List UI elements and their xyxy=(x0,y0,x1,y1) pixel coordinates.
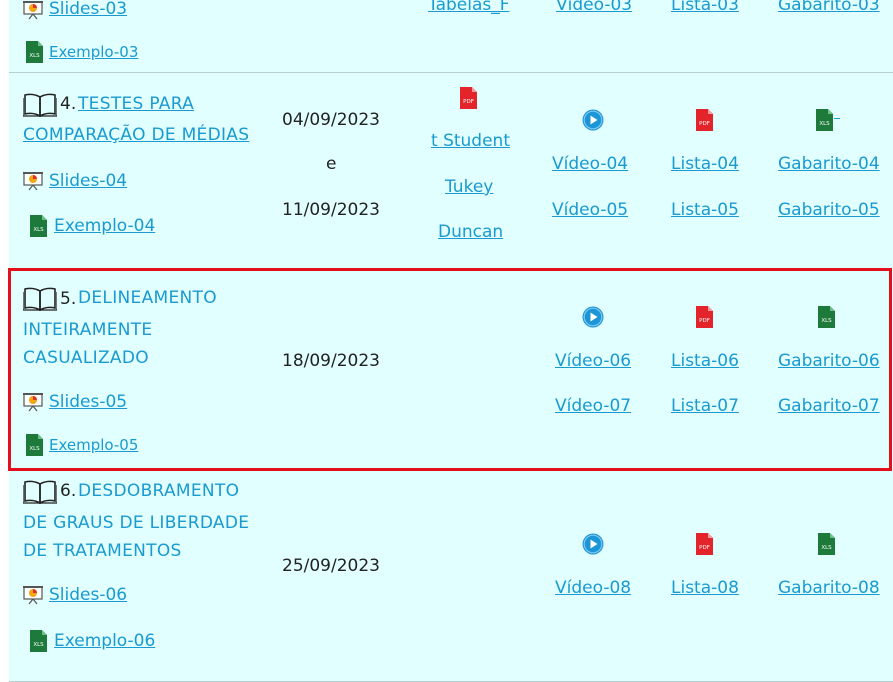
video-link[interactable]: Vídeo-05 xyxy=(552,200,628,220)
t-student-link[interactable]: t Student xyxy=(431,131,510,151)
presentation-icon xyxy=(23,392,43,416)
gabarito-link[interactable]: Gabarito-06 xyxy=(778,351,880,371)
topic-number: 5. xyxy=(60,289,77,309)
svg-text:PDF: PDF xyxy=(463,99,474,105)
topic-number: 6. xyxy=(60,481,77,501)
book-icon xyxy=(22,287,58,315)
pdf-file-icon: PDF xyxy=(696,533,713,559)
lista-link[interactable]: Lista-08 xyxy=(671,578,739,598)
lista-link[interactable]: Lista-04 xyxy=(671,154,739,174)
topic-number: 4. xyxy=(60,94,77,114)
svg-text:XLS: XLS xyxy=(33,642,44,648)
presentation-icon xyxy=(23,585,43,609)
lista-link[interactable]: Lista-07 xyxy=(671,396,739,416)
pdf-file-icon: PDF xyxy=(696,306,713,332)
class-date: 25/09/2023 xyxy=(282,556,380,576)
xls-file-icon: XLS xyxy=(26,434,43,460)
gabarito-link[interactable]: Gabarito-03 xyxy=(778,0,880,15)
date-separator: e xyxy=(326,154,337,174)
presentation-icon xyxy=(23,171,43,195)
pdf-file-icon: PDF xyxy=(696,109,713,135)
presentation-icon xyxy=(23,0,43,24)
topic-title-link[interactable]: COMPARAÇÃO DE MÉDIAS xyxy=(23,125,249,145)
link-underscore xyxy=(834,118,840,119)
duncan-link[interactable]: Duncan xyxy=(438,222,503,242)
svg-text:XLS: XLS xyxy=(821,545,832,551)
svg-text:XLS: XLS xyxy=(29,53,40,59)
svg-text:XLS: XLS xyxy=(821,318,832,324)
lista-link[interactable]: Lista-06 xyxy=(671,351,739,371)
xls-file-icon: XLS xyxy=(816,109,833,135)
topic-title: CASUALIZADO xyxy=(23,348,149,368)
svg-text:PDF: PDF xyxy=(699,121,710,127)
tabelas-link[interactable]: Tabelas_F xyxy=(428,0,510,15)
topic-title: DELINEAMENTO xyxy=(78,288,217,308)
svg-text:XLS: XLS xyxy=(819,121,830,127)
exemplo-link[interactable]: Exemplo-03 xyxy=(49,43,138,61)
video-link[interactable]: Vídeo-03 xyxy=(556,0,632,15)
play-icon[interactable] xyxy=(582,306,604,332)
pdf-file-icon: PDF xyxy=(460,87,477,113)
gabarito-link[interactable]: Gabarito-08 xyxy=(778,578,880,598)
video-link[interactable]: Vídeo-08 xyxy=(555,578,631,598)
xls-file-icon: XLS xyxy=(30,215,47,241)
svg-text:XLS: XLS xyxy=(33,227,44,233)
exemplo-link[interactable]: Exemplo-06 xyxy=(54,631,155,651)
exemplo-link[interactable]: Exemplo-05 xyxy=(49,436,138,454)
class-date: 11/09/2023 xyxy=(282,200,380,220)
video-link[interactable]: Vídeo-06 xyxy=(555,351,631,371)
xls-file-icon: XLS xyxy=(818,306,835,332)
video-link[interactable]: Vídeo-07 xyxy=(555,396,631,416)
svg-text:PDF: PDF xyxy=(699,318,710,324)
slides-link[interactable]: Slides-06 xyxy=(49,585,127,605)
tukey-link[interactable]: Tukey xyxy=(445,177,493,197)
topic-title: INTEIRAMENTE xyxy=(23,320,153,340)
exemplo-link[interactable]: Exemplo-04 xyxy=(54,216,155,236)
book-icon xyxy=(22,93,58,121)
slides-link[interactable]: Slides-05 xyxy=(49,392,127,412)
play-icon[interactable] xyxy=(582,109,604,135)
play-icon[interactable] xyxy=(582,533,604,559)
book-icon xyxy=(22,480,58,508)
slides-link[interactable]: Slides-03 xyxy=(49,0,127,19)
xls-file-icon: XLS xyxy=(30,630,47,656)
xls-file-icon: XLS xyxy=(818,533,835,559)
lista-link[interactable]: Lista-03 xyxy=(671,0,739,15)
lista-link[interactable]: Lista-05 xyxy=(671,200,739,220)
svg-text:XLS: XLS xyxy=(29,446,40,452)
class-date: 04/09/2023 xyxy=(282,110,380,130)
gabarito-link[interactable]: Gabarito-05 xyxy=(778,200,880,220)
gabarito-link[interactable]: Gabarito-04 xyxy=(778,154,880,174)
gabarito-link[interactable]: Gabarito-07 xyxy=(778,396,880,416)
class-date: 18/09/2023 xyxy=(282,351,380,371)
video-link[interactable]: Vídeo-04 xyxy=(552,154,628,174)
slides-link[interactable]: Slides-04 xyxy=(49,171,127,191)
topic-title: DE TRATAMENTOS xyxy=(23,541,182,561)
topic-title-link[interactable]: TESTES PARA xyxy=(78,94,194,114)
topic-title: DESDOBRAMENTO xyxy=(78,481,240,501)
xls-file-icon: XLS xyxy=(26,41,43,67)
topic-title: DE GRAUS DE LIBERDADE xyxy=(23,513,250,533)
row-divider xyxy=(9,72,893,73)
svg-text:PDF: PDF xyxy=(699,545,710,551)
